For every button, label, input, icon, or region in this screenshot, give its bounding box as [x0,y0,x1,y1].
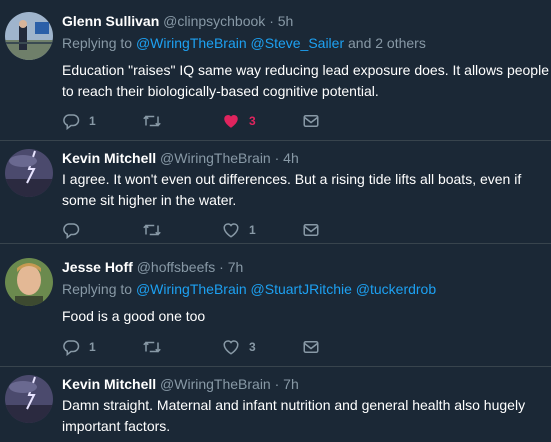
replying-prefix: Replying to [62,35,133,51]
reply-mention-link[interactable]: @StuartJRitchie [251,281,352,297]
retweet-icon [142,221,162,239]
envelope-icon [302,221,320,239]
author-handle[interactable]: @WiringTheBrain [160,376,271,392]
reply-count: 1 [89,340,96,354]
tweet-header: Kevin Mitchell @WiringTheBrain · 7h [62,375,551,393]
tweet-actions: 1 3 [62,336,382,358]
retweet-button[interactable] [142,112,222,130]
author-name[interactable]: Kevin Mitchell [62,150,156,166]
dm-button[interactable] [302,112,382,130]
tweet-1[interactable]: Glenn Sullivan @clinpsychbook · 5h Reply… [0,0,551,141]
avatar[interactable] [5,149,53,197]
reply-mention-link[interactable]: @WiringTheBrain [136,35,247,51]
heart-icon [222,338,240,356]
retweet-button[interactable] [142,338,222,356]
replying-to: Replying to @WiringTheBrain @StuartJRitc… [62,280,551,298]
tweet-2[interactable]: Kevin Mitchell @WiringTheBrain · 4h I ag… [0,141,551,244]
retweet-button[interactable] [142,221,222,239]
reply-mention-link[interactable]: @Steve_Sailer [251,35,345,51]
like-button[interactable]: 3 [222,338,302,356]
heart-icon [222,112,240,130]
reply-mention-link[interactable]: @tuckerdrob [356,281,436,297]
separator-dot: · [274,150,280,166]
dm-button[interactable] [302,221,382,239]
avatar[interactable] [5,375,53,423]
reply-button[interactable]: 1 [62,112,142,130]
author-name[interactable]: Kevin Mitchell [62,376,156,392]
heart-icon [222,221,240,239]
timestamp[interactable]: 7h [283,376,299,392]
replying-prefix: Replying to [62,281,133,297]
retweet-icon [142,112,162,130]
author-handle[interactable]: @hoffsbeefs [137,259,216,275]
author-handle[interactable]: @WiringTheBrain [160,150,271,166]
like-button[interactable]: 1 [222,221,302,239]
reply-button[interactable]: 1 [62,338,142,356]
tweet-text: Damn straight. Maternal and infant nutri… [62,397,526,434]
tweet-header: Kevin Mitchell @WiringTheBrain · 4h [62,149,551,167]
avatar[interactable] [5,12,53,60]
dm-button[interactable] [302,338,382,356]
reply-mention-link[interactable]: @WiringTheBrain [136,281,247,297]
retweet-icon [142,338,162,356]
reply-count: 1 [89,114,96,128]
replying-suffix[interactable]: and 2 others [348,35,426,51]
reply-icon [62,221,80,239]
like-count: 1 [249,223,256,237]
timestamp[interactable]: 5h [278,13,294,29]
tweet-text: Education "raises" IQ same way reducing … [62,62,549,99]
author-name[interactable]: Jesse Hoff [62,259,133,275]
separator-dot: · [269,13,274,29]
timestamp[interactable]: 7h [228,259,244,275]
like-count: 3 [249,340,256,354]
author-name[interactable]: Glenn Sullivan [62,13,159,29]
like-count: 3 [249,114,256,128]
author-handle[interactable]: @clinpsychbook [163,13,265,29]
reply-icon [62,112,80,130]
envelope-icon [302,338,320,356]
tweet-text: Food is a good one too [62,308,206,324]
timestamp[interactable]: 4h [283,150,299,166]
tweet-4[interactable]: Kevin Mitchell @WiringTheBrain · 7h Damn… [0,367,551,442]
tweet-header: Glenn Sullivan @clinpsychbook · 5h [62,12,551,30]
like-button[interactable]: 3 [222,112,302,130]
separator-dot: · [219,259,224,275]
separator-dot: · [274,376,280,392]
avatar[interactable] [5,258,53,306]
replying-to: Replying to @WiringTheBrain @Steve_Saile… [62,34,551,52]
reply-button[interactable] [62,221,142,239]
tweet-3[interactable]: Jesse Hoff @hoffsbeefs · 7h Replying to … [0,244,551,367]
reply-icon [62,338,80,356]
tweet-header: Jesse Hoff @hoffsbeefs · 7h [62,258,551,276]
tweet-text: I agree. It won't even out differences. … [62,171,522,208]
envelope-icon [302,112,320,130]
tweet-actions: 1 3 [62,110,382,132]
tweet-actions: 1 [62,219,382,241]
